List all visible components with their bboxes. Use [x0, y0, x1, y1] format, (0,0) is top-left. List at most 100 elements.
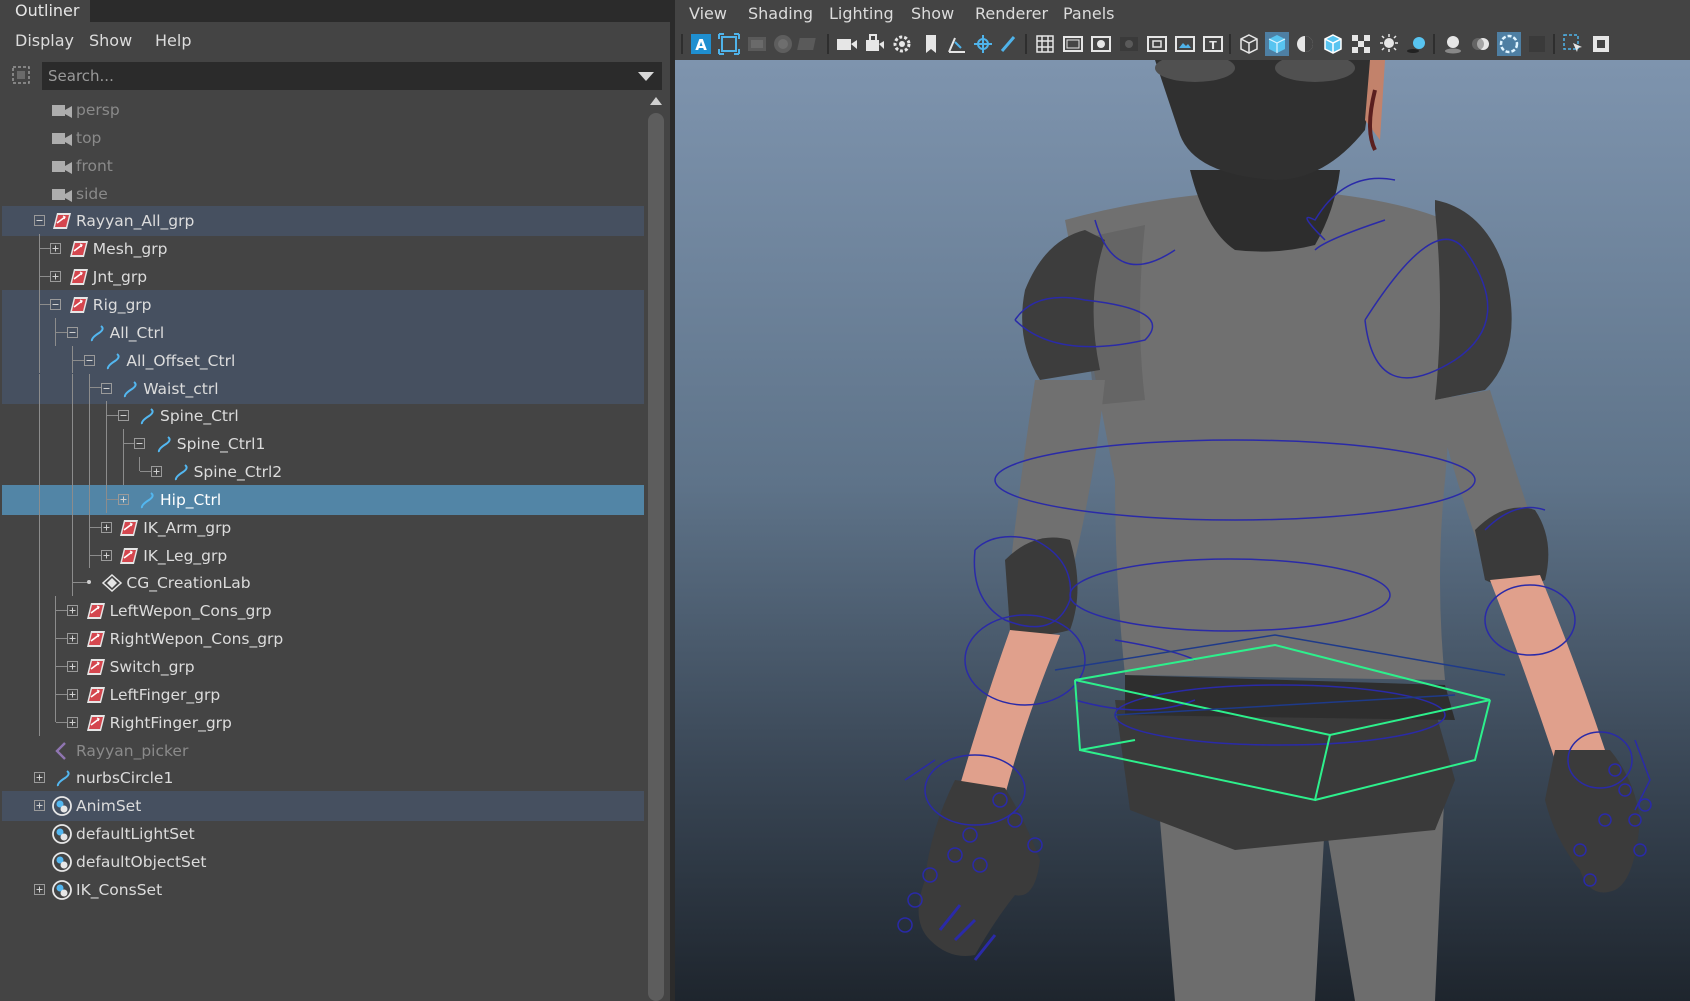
- 2d-pan-zoom-icon[interactable]: [797, 32, 821, 56]
- expand-plus-icon[interactable]: [50, 243, 62, 255]
- menu-help[interactable]: Help: [155, 22, 191, 60]
- lights-icon[interactable]: [1377, 32, 1401, 56]
- gate-mask-icon[interactable]: [1117, 32, 1141, 56]
- expand-plus-icon[interactable]: [33, 883, 45, 895]
- bookmark-icon[interactable]: [919, 32, 943, 56]
- filter-icon[interactable]: [10, 64, 32, 86]
- ambient-occlusion-icon[interactable]: [1441, 32, 1465, 56]
- outliner-row-front[interactable]: front: [2, 151, 644, 181]
- smooth-shade-icon[interactable]: [1265, 32, 1289, 56]
- outliner-row-switch-grp[interactable]: Switch_grp: [2, 652, 644, 682]
- paint-brush-icon[interactable]: [997, 32, 1021, 56]
- xray-icon[interactable]: [1589, 32, 1613, 56]
- scroll-thumb[interactable]: [648, 113, 664, 1001]
- menu-show-vp[interactable]: Show: [911, 0, 954, 28]
- outliner-row-rayyan-picker[interactable]: Rayyan_picker: [2, 736, 644, 766]
- resolution-gate-icon[interactable]: [1089, 32, 1113, 56]
- outliner-row-animset[interactable]: AnimSet: [2, 791, 644, 822]
- outliner-row-hip-ctrl[interactable]: Hip_Ctrl: [2, 484, 644, 515]
- expand-plus-icon[interactable]: [100, 549, 112, 561]
- outliner-row-defaultobjectset[interactable]: defaultObjectSet: [2, 847, 644, 877]
- outliner-row-nurbscircle1[interactable]: nurbsCircle1: [2, 763, 644, 793]
- camera-settings-icon[interactable]: [891, 32, 915, 56]
- outliner-row-rightwepon-cons-grp[interactable]: RightWepon_Cons_grp: [2, 624, 644, 654]
- menu-show[interactable]: Show: [89, 22, 132, 60]
- image-plane-icon[interactable]: [771, 32, 795, 56]
- shadows-icon[interactable]: [1405, 32, 1429, 56]
- move-manipulator-icon[interactable]: [971, 32, 995, 56]
- outliner-row-leftwepon-cons-grp[interactable]: LeftWepon_Cons_grp: [2, 596, 644, 626]
- outliner-row-top[interactable]: top: [2, 123, 644, 153]
- use-default-material-icon[interactable]: [1293, 32, 1317, 56]
- character-torso[interactable]: [1065, 190, 1465, 680]
- lock-camera-icon[interactable]: [863, 32, 887, 56]
- expand-plus-icon[interactable]: [67, 605, 79, 617]
- outliner-tab[interactable]: Outliner: [0, 0, 90, 22]
- anti-aliasing-icon[interactable]: [1497, 32, 1521, 56]
- depth-of-field-icon[interactable]: [1525, 32, 1549, 56]
- isolate-select-icon[interactable]: [1561, 32, 1585, 56]
- menu-renderer[interactable]: Renderer: [975, 0, 1048, 28]
- grid-icon[interactable]: [1033, 32, 1057, 56]
- wireframe-icon[interactable]: [1237, 32, 1261, 56]
- outliner-row-cg-creationlab[interactable]: CG_CreationLab: [2, 568, 644, 598]
- menu-display[interactable]: Display: [15, 22, 74, 60]
- outliner-row-side[interactable]: side: [2, 179, 644, 209]
- outliner-row-ik-leg-grp[interactable]: IK_Leg_grp: [2, 540, 644, 571]
- collapse-minus-icon[interactable]: [134, 438, 146, 450]
- outliner-row-rightfinger-grp[interactable]: RightFinger_grp: [2, 707, 644, 738]
- collapse-minus-icon[interactable]: [67, 326, 79, 338]
- outliner-scrollbar[interactable]: [648, 95, 664, 1001]
- motion-blur-icon[interactable]: [1469, 32, 1493, 56]
- outliner-row-spine-ctrl[interactable]: Spine_Ctrl: [2, 401, 644, 431]
- viewport-3d[interactable]: [675, 60, 1690, 1001]
- outliner-row-mesh-grp[interactable]: Mesh_grp: [2, 234, 644, 264]
- safe-title-icon[interactable]: T: [1201, 32, 1225, 56]
- collapse-minus-icon[interactable]: [33, 215, 45, 227]
- expand-plus-icon[interactable]: [151, 466, 163, 478]
- outliner-row-all-ctrl[interactable]: All_Ctrl: [2, 317, 644, 348]
- menu-panels[interactable]: Panels: [1063, 0, 1115, 28]
- search-input[interactable]: [42, 62, 627, 90]
- outliner-row-jnt-grp[interactable]: Jnt_grp: [2, 262, 644, 292]
- expand-plus-icon[interactable]: [117, 493, 129, 505]
- expand-plus-icon[interactable]: [33, 800, 45, 812]
- right-shoulder[interactable]: [1435, 200, 1512, 400]
- menu-shading[interactable]: Shading: [748, 0, 813, 28]
- outliner-row-rayyan-all-grp[interactable]: Rayyan_All_grp: [2, 206, 644, 237]
- collapse-minus-icon[interactable]: [117, 410, 129, 422]
- expand-plus-icon[interactable]: [100, 521, 112, 533]
- select-camera-icon[interactable]: A: [689, 32, 713, 56]
- collapse-minus-icon[interactable]: [50, 298, 62, 310]
- wireframe-on-shaded-icon[interactable]: [1321, 32, 1345, 56]
- safe-action-icon[interactable]: [1173, 32, 1197, 56]
- expand-plus-icon[interactable]: [33, 772, 45, 784]
- expand-plus-icon[interactable]: [67, 661, 79, 672]
- outliner-row-ik-consset[interactable]: IK_ConsSet: [2, 875, 644, 905]
- field-chart-icon[interactable]: [1145, 32, 1169, 56]
- outliner-row-ik-arm-grp[interactable]: IK_Arm_grp: [2, 512, 644, 543]
- expand-plus-icon[interactable]: [50, 271, 62, 283]
- textured-icon[interactable]: [1349, 32, 1373, 56]
- camera-attributes-icon[interactable]: [717, 32, 741, 56]
- outliner-row-persp[interactable]: persp: [2, 95, 644, 125]
- outliner-row-spine-ctrl2[interactable]: Spine_Ctrl2: [2, 457, 644, 487]
- outliner-row-leftfinger-grp[interactable]: LeftFinger_grp: [2, 679, 644, 710]
- camera-icon[interactable]: [835, 32, 859, 56]
- expand-plus-icon[interactable]: [67, 716, 79, 728]
- outliner-row-defaultlightset[interactable]: defaultLightSet: [2, 819, 644, 849]
- outliner-row-waist-ctrl[interactable]: Waist_ctrl: [2, 373, 644, 404]
- expand-plus-icon[interactable]: [67, 633, 79, 645]
- expand-plus-icon[interactable]: [67, 688, 79, 700]
- collapse-minus-icon[interactable]: [100, 382, 112, 394]
- search-dropdown-icon[interactable]: [638, 72, 654, 81]
- film-gate-icon[interactable]: [1061, 32, 1085, 56]
- outliner-row-rig-grp[interactable]: Rig_grp: [2, 289, 644, 320]
- left-shoulder[interactable]: [1022, 230, 1105, 380]
- collapse-minus-icon[interactable]: [83, 354, 95, 366]
- outliner-row-spine-ctrl1[interactable]: Spine_Ctrl1: [2, 429, 644, 459]
- menu-lighting[interactable]: Lighting: [829, 0, 894, 28]
- scroll-up-arrow-icon[interactable]: [650, 97, 662, 105]
- menu-view[interactable]: View: [689, 0, 727, 28]
- outliner-row-all-offset-ctrl[interactable]: All_Offset_Ctrl: [2, 345, 644, 376]
